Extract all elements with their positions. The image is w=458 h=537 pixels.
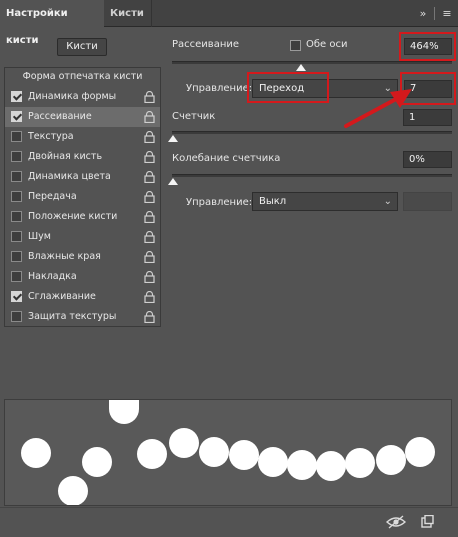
list-item[interactable]: Передача: [5, 187, 160, 207]
lock-icon[interactable]: [144, 170, 155, 184]
brush-options-list: Форма отпечатка кисти Динамика формы Расс…: [4, 67, 161, 327]
brush-dab: [137, 439, 167, 469]
list-item-label: Текстура: [28, 131, 74, 142]
lock-icon[interactable]: [144, 90, 155, 104]
lock-icon[interactable]: [144, 210, 155, 224]
option-checkbox[interactable]: [11, 211, 22, 222]
count-label: Счетчик: [172, 111, 216, 122]
list-item-label: Двойная кисть: [28, 151, 103, 162]
option-checkbox[interactable]: [11, 131, 22, 142]
count-jitter-label: Колебание счетчика: [172, 153, 281, 164]
option-checkbox[interactable]: [11, 251, 22, 262]
new-brush-icon[interactable]: [420, 515, 434, 529]
count-value-field[interactable]: 1: [403, 109, 452, 126]
list-item-label: Динамика формы: [28, 91, 117, 102]
option-checkbox[interactable]: [11, 111, 22, 122]
option-checkbox[interactable]: [11, 311, 22, 322]
list-item[interactable]: Защита текстуры: [5, 307, 160, 327]
hamburger-menu-icon[interactable]: ≡: [438, 0, 456, 27]
lock-icon[interactable]: [144, 290, 155, 304]
list-item[interactable]: Рассеивание: [5, 107, 160, 127]
list-item-label: Накладка: [28, 271, 77, 282]
list-item[interactable]: Динамика формы: [5, 87, 160, 107]
brush-dab: [376, 445, 406, 475]
count-jitter-control-label: Управление:: [186, 197, 253, 208]
count-slider-thumb[interactable]: [168, 135, 178, 142]
scatter-label: Рассеивание: [172, 39, 240, 50]
count-jitter-slider-thumb[interactable]: [168, 178, 178, 185]
divider: [434, 7, 435, 20]
list-item[interactable]: Положение кисти: [5, 207, 160, 227]
lock-icon[interactable]: [144, 130, 155, 144]
option-checkbox[interactable]: [11, 191, 22, 202]
eye-toggle-icon[interactable]: [386, 515, 406, 529]
list-item[interactable]: Динамика цвета: [5, 167, 160, 187]
brush-dab: [229, 440, 259, 470]
list-item-label: Шум: [28, 231, 51, 242]
list-item-label: Положение кисти: [28, 211, 118, 222]
option-checkbox[interactable]: [11, 91, 22, 102]
count-slider-track[interactable]: [172, 131, 452, 134]
both-axes-checkbox[interactable]: [290, 40, 301, 51]
list-item-label: Передача: [28, 191, 77, 202]
brush-dab: [109, 400, 139, 424]
list-item[interactable]: Двойная кисть: [5, 147, 160, 167]
scatter-slider-thumb[interactable]: [296, 64, 306, 71]
lock-icon[interactable]: [144, 310, 155, 324]
annotation-highlight-control: [247, 72, 329, 103]
brush-dab: [82, 447, 112, 477]
count-jitter-value-field[interactable]: 0%: [403, 151, 452, 168]
count-jitter-control-dropdown[interactable]: Выкл ⌄: [252, 192, 398, 211]
tab-brush-settings[interactable]: Настройки кисти: [0, 0, 104, 46]
brush-dab: [345, 448, 375, 478]
brush-dab: [316, 451, 346, 481]
lock-icon[interactable]: [144, 230, 155, 244]
brush-dab: [405, 437, 435, 467]
lock-icon[interactable]: [144, 150, 155, 164]
option-checkbox[interactable]: [11, 231, 22, 242]
brush-dab: [169, 428, 199, 458]
count-jitter-control-value: Выкл: [259, 196, 287, 207]
bottom-toolbar: [0, 507, 458, 537]
option-checkbox[interactable]: [11, 291, 22, 302]
list-item[interactable]: Влажные края: [5, 247, 160, 267]
brush-dab: [258, 447, 288, 477]
brush-dab: [58, 476, 88, 505]
list-item-label: Влажные края: [28, 251, 101, 262]
scatter-control-label: Управление:: [186, 83, 253, 94]
list-item-label: Сглаживание: [28, 291, 96, 302]
list-item[interactable]: Накладка: [5, 267, 160, 287]
option-checkbox[interactable]: [11, 151, 22, 162]
option-checkbox[interactable]: [11, 271, 22, 282]
brush-stroke-preview: [4, 399, 452, 506]
brush-dab: [199, 437, 229, 467]
list-item[interactable]: Шум: [5, 227, 160, 247]
annotation-highlight-scatter: [399, 32, 456, 61]
count-jitter-slider-track[interactable]: [172, 174, 452, 177]
chevron-down-icon: ⌄: [383, 196, 392, 207]
lock-icon[interactable]: [144, 250, 155, 264]
tab-bar: Настройки кисти Кисти » ≡: [0, 0, 458, 46]
lock-icon[interactable]: [144, 270, 155, 284]
double-chevron-right-icon[interactable]: »: [414, 0, 432, 27]
list-item-label: Рассеивание: [28, 111, 92, 122]
list-item[interactable]: Текстура: [5, 127, 160, 147]
list-item-label: Защита текстуры: [28, 311, 117, 322]
count-jitter-control-field-disabled: [403, 192, 452, 211]
lock-icon[interactable]: [144, 110, 155, 124]
brushes-button[interactable]: Кисти: [57, 38, 107, 56]
both-axes-label: Обе оси: [306, 39, 348, 50]
tab-brushes[interactable]: Кисти: [104, 0, 152, 27]
brush-dab: [287, 450, 317, 480]
brush-dab: [21, 438, 51, 468]
scatter-slider-track[interactable]: [172, 61, 452, 64]
lock-icon[interactable]: [144, 190, 155, 204]
list-item-label: Динамика цвета: [28, 171, 111, 182]
brush-tip-shape-header[interactable]: Форма отпечатка кисти: [5, 68, 160, 86]
option-checkbox[interactable]: [11, 171, 22, 182]
list-item[interactable]: Сглаживание: [5, 287, 160, 307]
